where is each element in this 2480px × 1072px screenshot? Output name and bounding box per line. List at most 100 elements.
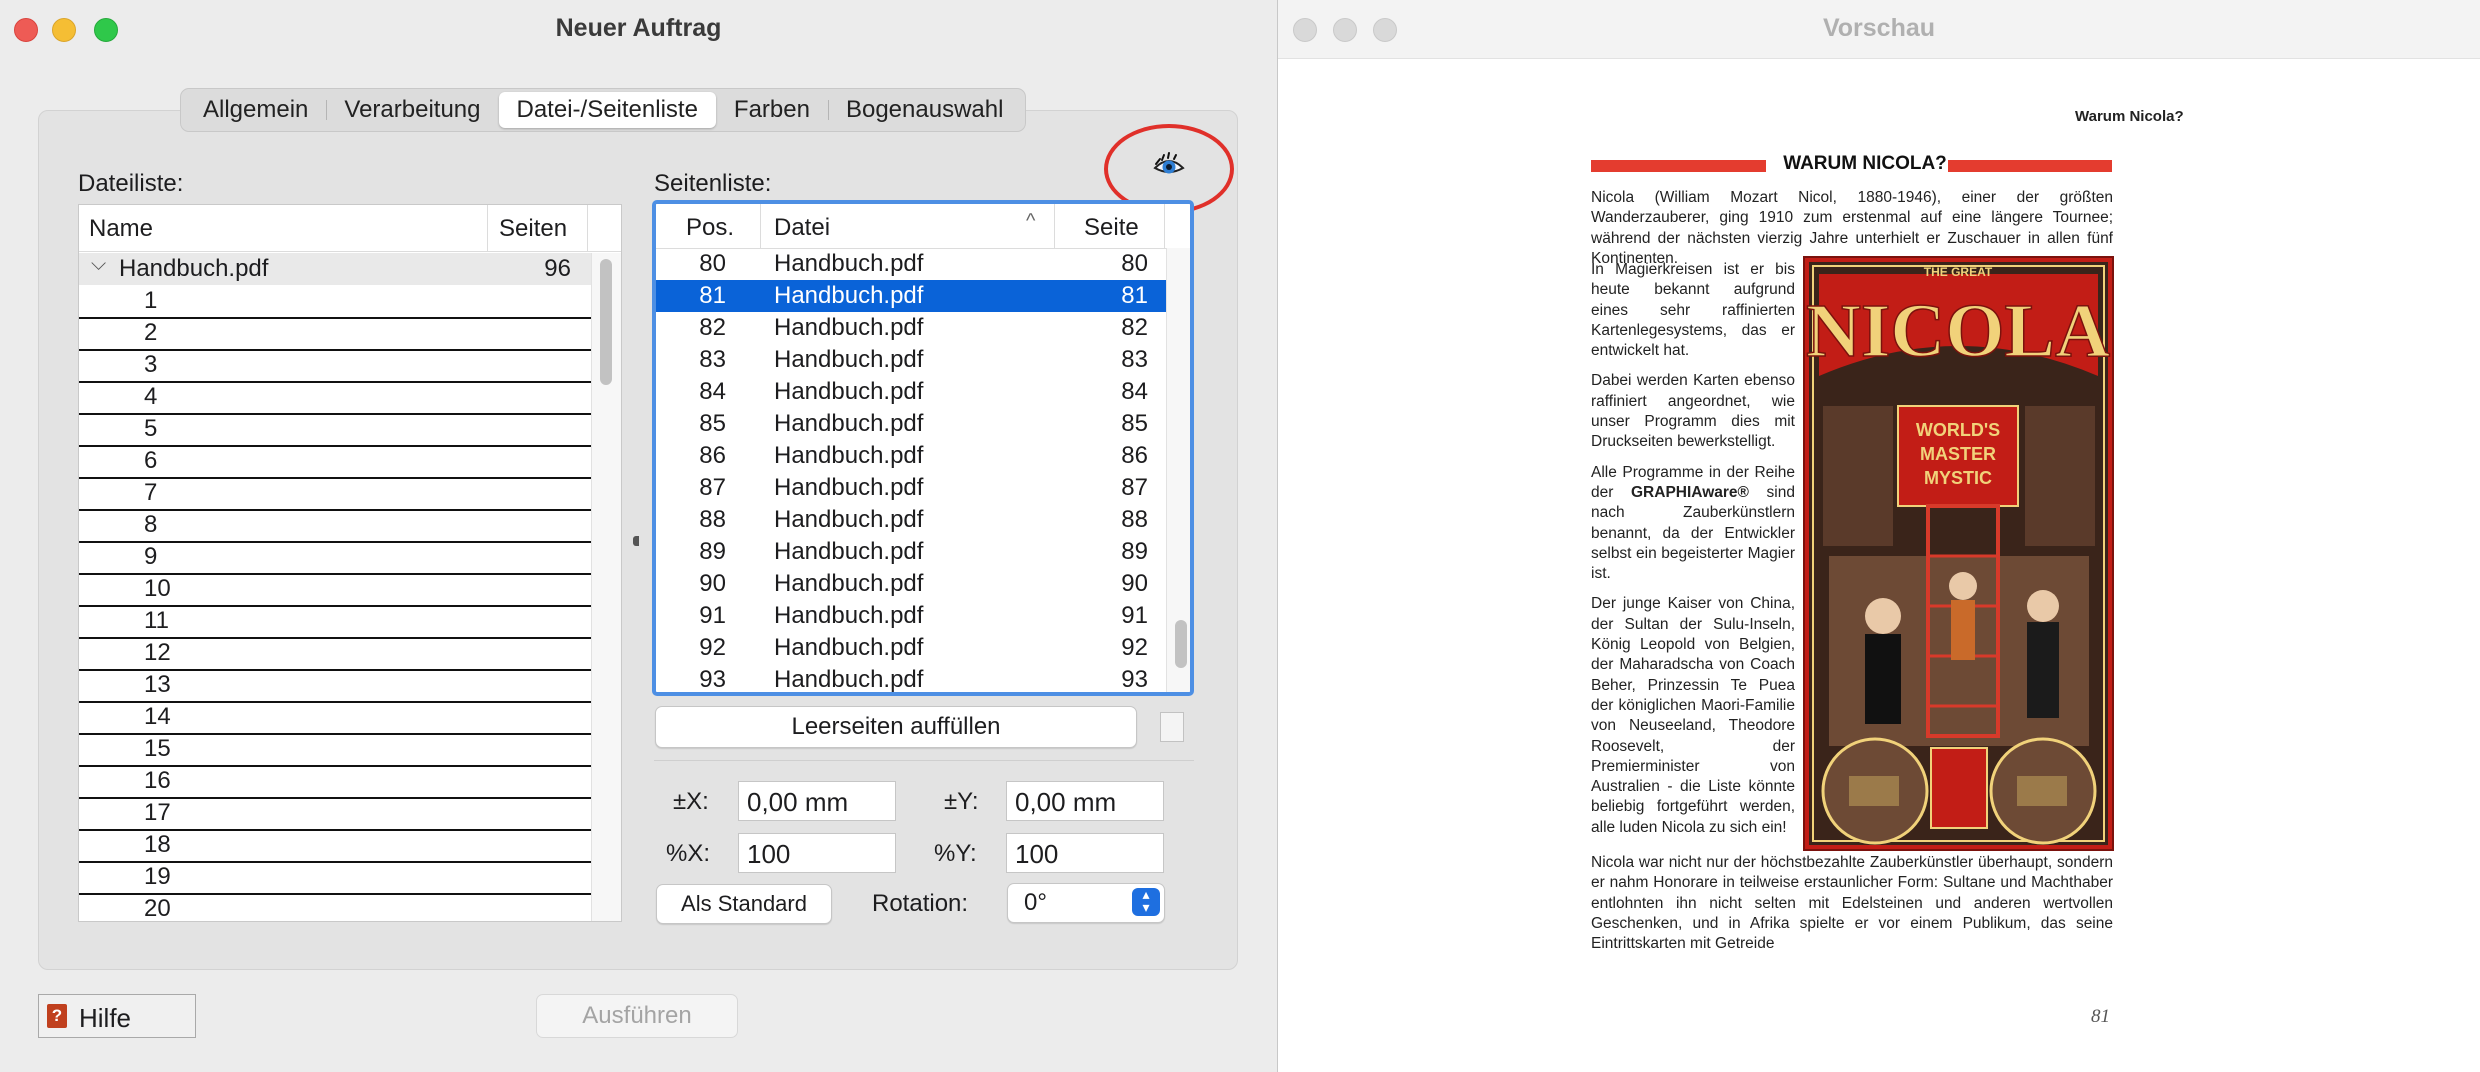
page-number: 3 xyxy=(144,351,158,378)
page-list-row[interactable]: 88 Handbuch.pdf 88 xyxy=(656,504,1166,536)
blank-page-icon[interactable] xyxy=(1160,712,1184,742)
file-cell: Handbuch.pdf xyxy=(774,346,924,373)
file-row[interactable]: ⌵ Handbuch.pdf 96 xyxy=(79,253,591,285)
tab-general[interactable]: Allgemein xyxy=(185,92,326,128)
scrollbar-thumb[interactable] xyxy=(600,259,612,385)
sort-ascending-icon[interactable]: ^ xyxy=(1026,210,1035,233)
page-number: 2 xyxy=(144,319,158,346)
file-page-item[interactable]: 14 xyxy=(79,701,591,735)
column-pages[interactable]: Seiten xyxy=(499,215,567,243)
file-page-item[interactable]: 2 xyxy=(79,317,591,351)
position-cell: 90 xyxy=(699,570,726,597)
column-divider xyxy=(487,205,488,251)
scale-x-label: %X: xyxy=(666,840,711,867)
file-list[interactable]: Name Seiten ⌵ Handbuch.pdf 96 1234567891… xyxy=(78,204,622,922)
file-page-item[interactable]: 6 xyxy=(79,445,591,479)
position-cell: 87 xyxy=(699,474,726,501)
fill-blank-pages-button[interactable]: Leerseiten auffüllen xyxy=(655,706,1137,748)
file-page-item[interactable]: 16 xyxy=(79,765,591,799)
page-cell: 85 xyxy=(1121,410,1148,437)
page-number: 15 xyxy=(144,735,171,762)
page-list-row[interactable]: 81 Handbuch.pdf 81 xyxy=(656,280,1166,312)
stepper-arrows-icon[interactable]: ▴ ▾ xyxy=(1132,887,1160,916)
execute-button[interactable]: Ausführen xyxy=(536,994,738,1038)
tab-sheet-selection[interactable]: Bogenauswahl xyxy=(827,92,1021,128)
page-number: 12 xyxy=(144,639,171,666)
separator xyxy=(654,760,1194,761)
file-page-item[interactable]: 9 xyxy=(79,541,591,575)
chevron-down-icon[interactable]: ⌵ xyxy=(91,253,106,276)
page-list-row[interactable]: 86 Handbuch.pdf 86 xyxy=(656,440,1166,472)
set-default-button[interactable]: Als Standard xyxy=(656,884,832,924)
page-number: 1 xyxy=(144,287,158,314)
scrollbar-thumb[interactable] xyxy=(1175,620,1187,668)
page-list-row[interactable]: 91 Handbuch.pdf 91 xyxy=(656,600,1166,632)
help-button[interactable]: ? Hilfe xyxy=(38,994,196,1038)
page-cell: 89 xyxy=(1121,538,1148,565)
rotation-select[interactable]: 0° ▴ ▾ xyxy=(1007,883,1165,923)
position-cell: 86 xyxy=(699,442,726,469)
page-list-row[interactable]: 93 Handbuch.pdf 93 xyxy=(656,664,1166,692)
file-page-item[interactable]: 4 xyxy=(79,381,591,415)
position-cell: 92 xyxy=(699,634,726,661)
page-number: 6 xyxy=(144,447,158,474)
page-list-row[interactable]: 87 Handbuch.pdf 87 xyxy=(656,472,1166,504)
page-number: 17 xyxy=(144,799,171,826)
left-column: In Magierkreisen ist er bis heute bekann… xyxy=(1591,260,1795,848)
file-page-item[interactable]: 1 xyxy=(79,285,591,319)
page-list-row[interactable]: 84 Handbuch.pdf 84 xyxy=(656,376,1166,408)
page-list[interactable]: Pos. Datei ^ Seite 80 Handbuch.pdf 80 81 Han… xyxy=(652,200,1194,696)
column-paragraph: Alle Programme in der Reihe der GRAPHIAw… xyxy=(1591,463,1795,583)
offset-y-field[interactable]: 0,00 mm xyxy=(1006,781,1164,821)
file-page-item[interactable]: 8 xyxy=(79,509,591,543)
column-pos[interactable]: Pos. xyxy=(686,214,734,242)
file-page-item[interactable]: 17 xyxy=(79,797,591,831)
file-cell: Handbuch.pdf xyxy=(774,570,924,597)
tab-processing[interactable]: Verarbeitung xyxy=(326,92,498,128)
page-list-row[interactable]: 82 Handbuch.pdf 82 xyxy=(656,312,1166,344)
file-cell: Handbuch.pdf xyxy=(774,634,924,661)
file-list-scrollbar[interactable] xyxy=(591,253,621,921)
file-page-item[interactable]: 7 xyxy=(79,477,591,511)
page-number: 4 xyxy=(144,383,158,410)
eye-icon[interactable] xyxy=(1152,150,1186,184)
column-name[interactable]: Name xyxy=(89,215,153,243)
file-page-item[interactable]: 13 xyxy=(79,669,591,703)
offset-x-field[interactable]: 0,00 mm xyxy=(738,781,896,821)
file-page-item[interactable]: 10 xyxy=(79,573,591,607)
scale-x-field[interactable]: 100 xyxy=(738,833,896,873)
page-list-row[interactable]: 80 Handbuch.pdf 80 xyxy=(656,248,1166,280)
page-list-row[interactable]: 85 Handbuch.pdf 85 xyxy=(656,408,1166,440)
file-page-item[interactable]: 19 xyxy=(79,861,591,895)
tab-colors[interactable]: Farben xyxy=(716,92,828,128)
page-number: 14 xyxy=(144,703,171,730)
page-list-row[interactable]: 89 Handbuch.pdf 89 xyxy=(656,536,1166,568)
page-cell: 87 xyxy=(1121,474,1148,501)
page-list-row[interactable]: 92 Handbuch.pdf 92 xyxy=(656,632,1166,664)
file-page-item[interactable]: 20 xyxy=(79,893,591,921)
position-cell: 89 xyxy=(699,538,726,565)
file-page-item[interactable]: 5 xyxy=(79,413,591,447)
file-cell: Handbuch.pdf xyxy=(774,474,924,501)
page-number: 11 xyxy=(144,607,169,634)
page-list-scrollbar[interactable] xyxy=(1166,248,1190,692)
tab-file-page-list[interactable]: Datei-/Seitenliste xyxy=(498,92,716,128)
poster-slogan: WORLD'S xyxy=(1916,420,2000,440)
position-cell: 88 xyxy=(699,506,726,533)
scale-y-field[interactable]: 100 xyxy=(1006,833,1164,873)
page-list-row[interactable]: 83 Handbuch.pdf 83 xyxy=(656,344,1166,376)
file-page-item[interactable]: 11 xyxy=(79,605,591,639)
page-list-row[interactable]: 90 Handbuch.pdf 90 xyxy=(656,568,1166,600)
page-cell: 82 xyxy=(1121,314,1148,341)
column-file[interactable]: Datei xyxy=(774,214,830,242)
poster-name: NICOLA xyxy=(1806,289,2110,373)
position-cell: 85 xyxy=(699,410,726,437)
file-cell: Handbuch.pdf xyxy=(774,282,924,309)
split-handle[interactable] xyxy=(633,536,639,546)
file-page-item[interactable]: 3 xyxy=(79,349,591,383)
page-cell: 92 xyxy=(1121,634,1148,661)
file-page-item[interactable]: 12 xyxy=(79,637,591,671)
column-page[interactable]: Seite xyxy=(1084,214,1139,242)
file-page-item[interactable]: 15 xyxy=(79,733,591,767)
file-page-item[interactable]: 18 xyxy=(79,829,591,863)
